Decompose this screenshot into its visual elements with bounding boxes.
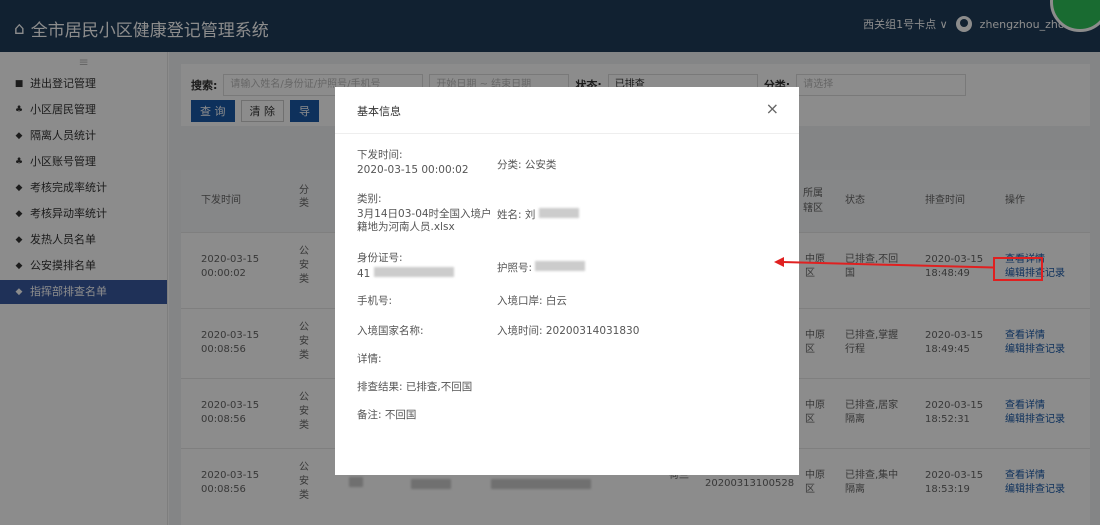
id-label: 身份证号: <box>357 252 403 264</box>
id-field: 41 <box>357 267 454 281</box>
detail-modal: 基本信息 × 下发时间: 2020-03-15 00:00:02 分类: 公安类… <box>335 87 799 475</box>
result-field: 排查结果: 已排查,不回国 <box>357 381 473 393</box>
id-prefix: 41 <box>357 268 371 280</box>
modal-title: 基本信息 <box>357 105 401 118</box>
issue-time-label: 下发时间: <box>357 149 403 161</box>
annotation-arrow-head <box>774 257 784 267</box>
name-redacted <box>538 208 579 218</box>
passport-redacted <box>535 261 586 271</box>
annotation-highlight-box <box>993 257 1043 281</box>
remark-field: 备注: 不回国 <box>357 409 417 421</box>
passport-label: 护照号: <box>497 262 533 274</box>
close-icon[interactable]: × <box>766 99 779 118</box>
modal-divider <box>335 133 799 134</box>
passport-field: 护照号: <box>497 261 586 275</box>
type-label: 类别: <box>357 193 382 205</box>
type-value: 3月14日03-04时全国入境户籍地为河南人员.xlsx <box>357 208 492 233</box>
issue-time-value: 2020-03-15 00:00:02 <box>357 164 469 176</box>
country-label: 入境国家名称: <box>357 325 424 337</box>
id-redacted <box>373 267 454 277</box>
detail-label: 详情: <box>357 353 382 365</box>
category-field: 分类: 公安类 <box>497 159 557 171</box>
entry-time-field: 入境时间: 20200314031830 <box>497 325 640 337</box>
name-label: 姓名: 刘 <box>497 209 536 221</box>
phone-label: 手机号: <box>357 295 393 307</box>
port-field: 入境口岸: 白云 <box>497 295 567 307</box>
name-field: 姓名: 刘 <box>497 208 579 222</box>
